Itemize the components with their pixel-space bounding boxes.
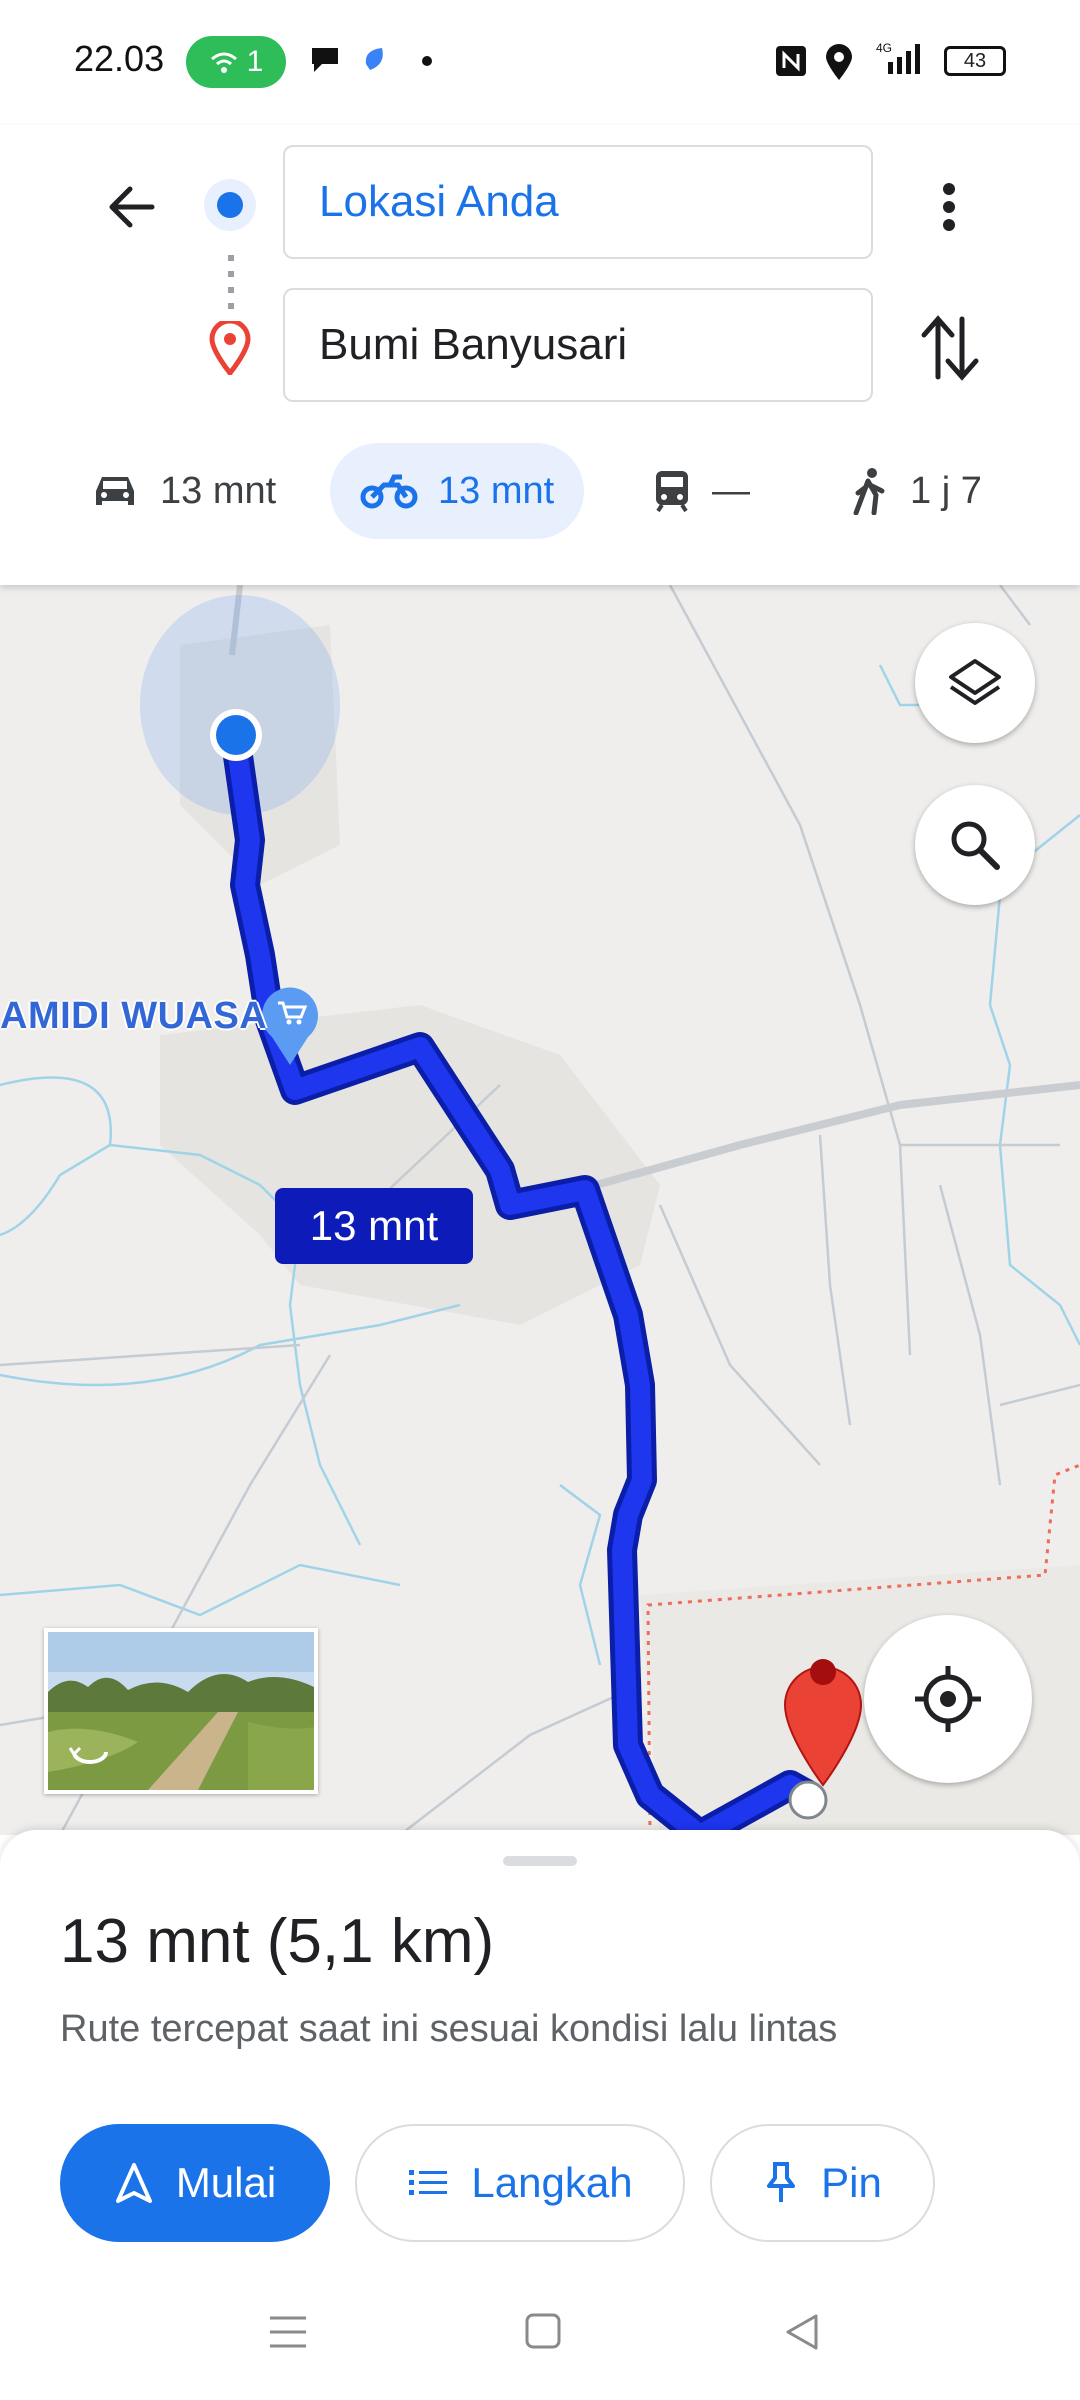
street-view-image xyxy=(48,1632,314,1790)
crosshair-icon xyxy=(915,1666,981,1732)
transit-time: — xyxy=(712,469,750,512)
origin-dot-icon xyxy=(204,179,256,231)
swap-icon[interactable] xyxy=(918,311,982,385)
street-view-thumbnail[interactable] xyxy=(44,1628,318,1794)
app-notification-icon xyxy=(365,48,383,70)
walk-icon xyxy=(853,468,885,515)
tab-car[interactable]: 13 mnt xyxy=(90,443,276,539)
sheet-handle[interactable] xyxy=(503,1856,577,1866)
motorcycle-icon xyxy=(360,474,418,509)
wifi-count: 1 xyxy=(246,45,264,78)
my-location-button[interactable] xyxy=(864,1615,1032,1783)
car-icon xyxy=(96,477,134,505)
list-icon xyxy=(409,2170,448,2195)
more-options-icon[interactable] xyxy=(924,177,974,237)
directions-panel: Lokasi Anda Bumi Banyusari 13 mnt 13 mnt… xyxy=(0,125,1080,585)
origin-text: Lokasi Anda xyxy=(319,177,559,226)
layers-icon xyxy=(949,659,1001,705)
car-time: 13 mnt xyxy=(160,469,277,512)
menu-icon[interactable] xyxy=(268,2314,308,2350)
motorcycle-time: 13 mnt xyxy=(438,469,555,512)
chat-bubble-icon xyxy=(312,48,338,72)
search-along-route-button[interactable] xyxy=(915,785,1035,905)
wifi-icon xyxy=(210,52,237,73)
nfc-icon xyxy=(776,46,806,76)
walk-time: 1 j 7 xyxy=(910,469,982,512)
travel-mode-tabs: 13 mnt 13 mnt — 1 j 7 xyxy=(0,443,1080,543)
map-view[interactable]: AMIDI WUASA 13 mnt xyxy=(0,585,1080,1835)
pin-label: Pin xyxy=(821,2159,882,2206)
navigation-arrow-icon xyxy=(115,2163,152,2203)
home-icon[interactable] xyxy=(524,2312,562,2350)
steps-button[interactable]: Langkah xyxy=(355,2124,685,2242)
back-arrow-icon[interactable] xyxy=(100,175,164,239)
destination-input[interactable]: Bumi Banyusari xyxy=(283,288,873,402)
svg-text:4G: 4G xyxy=(876,41,892,55)
layers-button[interactable] xyxy=(915,623,1035,743)
search-icon xyxy=(951,821,1000,870)
wifi-hotspot-indicator: 1 xyxy=(186,36,286,88)
back-icon[interactable] xyxy=(782,2312,822,2352)
battery-level: 43 xyxy=(963,49,987,72)
destination-text: Bumi Banyusari xyxy=(319,320,628,369)
tab-motorcycle[interactable]: 13 mnt xyxy=(330,443,585,539)
location-status-icon xyxy=(826,44,852,80)
start-navigation-button[interactable]: Mulai xyxy=(60,2124,330,2242)
system-nav-bar xyxy=(0,2280,1080,2400)
status-bar: 22.03 1 4G 43 xyxy=(0,0,1080,125)
route-description: Rute tercepat saat ini sesuai kondisi la… xyxy=(60,2008,838,2050)
route-summary: 13 mnt (5,1 km) xyxy=(60,1907,495,1976)
transit-icon xyxy=(656,471,688,513)
route-connector xyxy=(228,255,234,315)
more-notifications-dot xyxy=(422,56,432,66)
poi-label[interactable]: AMIDI WUASA xyxy=(0,995,267,1038)
tab-transit[interactable]: — xyxy=(652,443,750,539)
signal-icon: 4G xyxy=(876,41,920,74)
pin-icon xyxy=(767,2162,796,2202)
destination-pin-icon xyxy=(209,321,251,375)
battery-indicator: 43 xyxy=(944,46,1006,76)
pin-button[interactable]: Pin xyxy=(710,2124,935,2242)
status-time: 22.03 xyxy=(74,38,165,79)
route-time-label[interactable]: 13 mnt xyxy=(275,1188,473,1264)
origin-input[interactable]: Lokasi Anda xyxy=(283,145,873,259)
start-label: Mulai xyxy=(175,2159,277,2206)
steps-label: Langkah xyxy=(471,2159,633,2206)
tab-walk[interactable]: 1 j 7 xyxy=(850,443,982,539)
